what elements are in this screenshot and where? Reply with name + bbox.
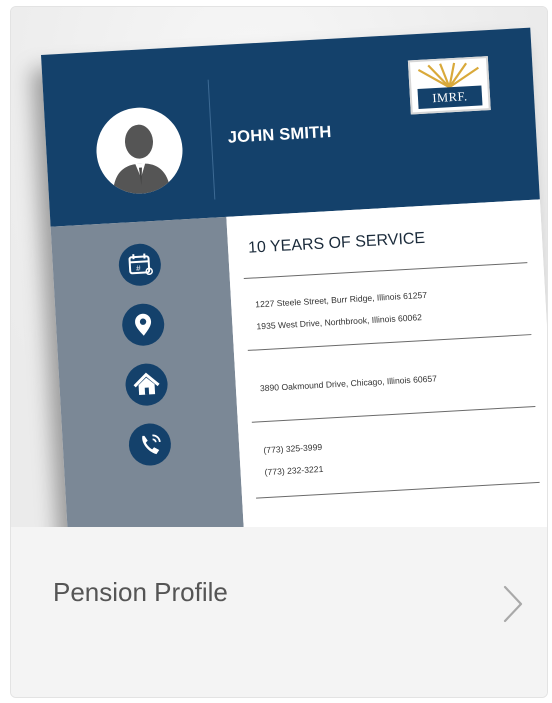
divider-line	[251, 405, 536, 423]
divider-line	[243, 262, 528, 280]
document-body: 10 YEARS OF SERVICE 1227 Steele Street, …	[226, 199, 547, 527]
phone-line: (773) 325-3999	[263, 441, 323, 456]
document-sidebar: #	[50, 216, 246, 527]
profile-document-illustration: JOHN SMITH IMRF. # 10 YEARS OF SERVICE 1…	[41, 27, 547, 527]
header-divider	[207, 79, 216, 200]
address-line: 1935 West Drive, Northbrook, Illinois 60…	[256, 312, 423, 332]
home-address-line: 3890 Oakmound Drive, Chicago, Illinois 6…	[259, 373, 438, 394]
service-heading: 10 YEARS OF SERVICE	[247, 229, 426, 257]
imrf-logo: IMRF.	[407, 56, 491, 115]
pension-profile-card[interactable]: JOHN SMITH IMRF. # 10 YEARS OF SERVICE 1…	[10, 6, 548, 698]
home-icon	[124, 362, 169, 407]
phone-line: (773) 232-3221	[264, 463, 324, 478]
calendar-badge-icon: #	[117, 242, 163, 287]
chevron-right-icon[interactable]	[495, 581, 529, 627]
document-header: JOHN SMITH IMRF.	[41, 27, 540, 227]
phone-icon	[127, 422, 173, 467]
profile-name: JOHN SMITH	[227, 122, 333, 147]
card-title[interactable]: Pension Profile	[53, 577, 228, 608]
svg-text:#: #	[136, 264, 141, 273]
location-pin-icon	[121, 302, 166, 347]
divider-line	[247, 334, 532, 351]
card-image: JOHN SMITH IMRF. # 10 YEARS OF SERVICE 1…	[11, 7, 547, 527]
card-footer: Pension Profile	[11, 527, 547, 697]
divider-line	[256, 481, 540, 499]
address-line: 1227 Steele Street, Burr Ridge, Illinois…	[254, 289, 428, 310]
avatar-icon	[94, 105, 185, 196]
